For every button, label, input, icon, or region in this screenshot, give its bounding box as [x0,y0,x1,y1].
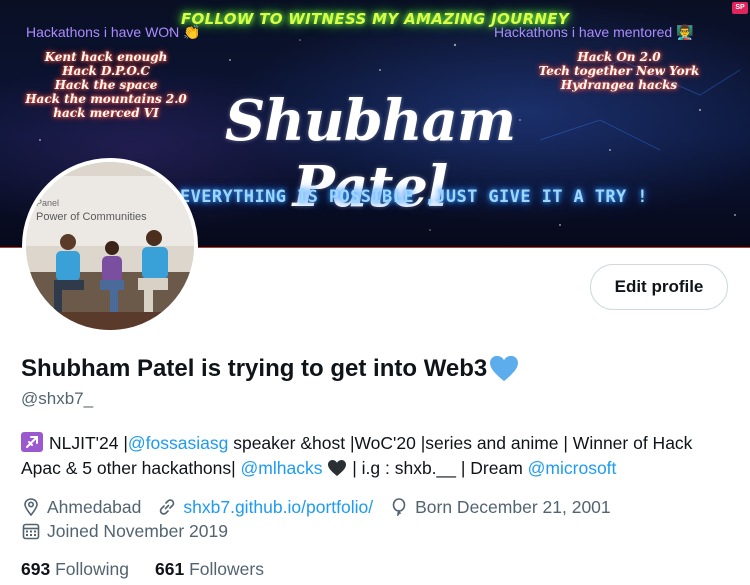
sagittarius-icon [21,432,43,452]
clapping-hands-icon: 👏 [183,25,201,41]
teacher-icon: 👨‍🏫 [676,25,694,41]
joined-item: Joined November 2019 [21,521,228,542]
avatar-photo: Panel Power of Communities [26,162,194,330]
slide-text-title: Power of Communities [36,211,147,223]
mention-mlhacks-link[interactable]: @mlhacks [241,458,323,478]
banner-mentor-list: Hack On 2.0 Tech together New York Hydra… [538,50,700,92]
mention-fossasiasg-link[interactable]: @fossasiasg [128,433,228,453]
banner-won-title: Hackathons i have WON 👏 [26,24,201,41]
avatar[interactable]: Panel Power of Communities [22,158,198,334]
banner-motto: EVERYTHING IS POSSIBLE ,JUST GIVE IT A T… [180,187,648,207]
location-text: Ahmedabad [47,496,142,517]
following-link[interactable]: 693 Following [21,559,129,580]
balloon-icon [392,498,406,517]
display-name: Shubham Patel is trying to get into Web3 [21,355,519,383]
birthday-text: Born December 21, 2001 [415,496,611,517]
banner-won-list: Kent hack enough Hack D.P.O.C Hack the s… [25,50,187,120]
location-item: Ahmedabad [21,497,141,518]
slide-text-panel: Panel [36,198,59,208]
follow-stats: 693 Following 661 Followers [21,559,290,580]
profile-bio: NLJIT'24 |@fossasiasg speaker &host |WoC… [21,432,693,478]
edit-profile-button[interactable]: Edit profile [590,264,728,310]
banner-mentor-title: Hackathons i have mentored 👨‍🏫 [494,24,694,41]
followers-link[interactable]: 661 Followers [155,559,264,580]
following-count: 693 [21,559,51,579]
website-link[interactable]: shxb7.github.io/portfolio/ [183,497,373,518]
user-handle: @shxb7_ [21,389,94,408]
calendar-icon [22,523,40,540]
sp-badge: SP [732,2,748,14]
black-heart-icon [328,460,347,476]
link-icon [160,499,175,515]
profile-meta: Ahmedabad shxb7.github.io/portfolio/ Bor… [21,495,741,543]
followers-label: Followers [189,559,264,579]
birthday-item: Born December 21, 2001 [389,497,611,518]
followers-count: 661 [155,559,185,579]
website-item[interactable]: shxb7.github.io/portfolio/ [157,497,373,518]
mention-microsoft-link[interactable]: @microsoft [528,458,617,478]
location-pin-icon [24,498,38,517]
blue-heart-icon [490,355,519,382]
following-label: Following [55,559,130,579]
joined-text: Joined November 2019 [47,520,228,541]
